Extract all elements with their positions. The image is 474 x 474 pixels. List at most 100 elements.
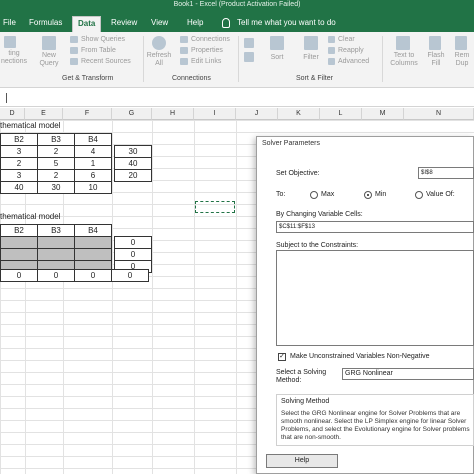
model-heading-1: thematical model xyxy=(0,121,61,130)
changing-cells-field[interactable]: $C$11:$F$13 xyxy=(276,221,474,233)
table-cell[interactable]: 0 xyxy=(74,269,112,282)
tab-data[interactable]: Data xyxy=(72,16,102,32)
column-header-j[interactable]: J xyxy=(236,108,278,120)
existing-connections-button[interactable]: ting nections xyxy=(0,50,28,66)
tab-help[interactable]: Help xyxy=(182,16,208,32)
model-table-2: B2 B3 B4 xyxy=(0,224,112,273)
changing-cells-label: By Changing Variable Cells: xyxy=(276,211,363,218)
constraints-label: Subject to the Constraints: xyxy=(276,242,359,249)
table-cell[interactable]: 30 xyxy=(114,145,152,158)
table-cell[interactable]: B4 xyxy=(74,133,112,146)
advanced-button[interactable]: Advanced xyxy=(338,58,369,66)
show-queries-button[interactable]: Show Queries xyxy=(81,36,125,44)
connections-button[interactable]: Connections xyxy=(191,36,230,44)
table-cell[interactable]: 2 xyxy=(37,169,75,182)
value-of-radio[interactable] xyxy=(415,191,423,199)
clear-button[interactable]: Clear xyxy=(338,36,355,44)
table-cell[interactable]: 0 xyxy=(37,269,75,282)
from-table-button[interactable]: From Table xyxy=(81,47,116,55)
table-cell[interactable]: 1 xyxy=(74,157,112,170)
text-to-columns-button[interactable]: Text to Columns xyxy=(386,52,422,68)
min-radio[interactable] xyxy=(364,191,372,199)
variable-cell[interactable] xyxy=(37,236,75,249)
lightbulb-icon xyxy=(222,18,230,28)
remove-duplicates-button[interactable]: Rem Dup xyxy=(450,52,474,68)
group-get-transform: Get & Transform xyxy=(62,75,114,82)
column-header-g[interactable]: G xyxy=(112,108,152,120)
model-table-1: B2 B3 B4 324 251 326 40 30 10 xyxy=(0,133,112,194)
solving-method-heading: Solving Method xyxy=(281,398,330,405)
sort-button[interactable]: Sort xyxy=(266,54,288,62)
column-header-h[interactable]: H xyxy=(152,108,194,120)
refresh-all-button[interactable]: Refresh All xyxy=(146,52,172,68)
max-label: Max xyxy=(321,191,335,198)
nonnegative-checkbox[interactable]: ✓ xyxy=(278,353,286,361)
new-query-button[interactable]: New Query xyxy=(34,52,64,68)
table-cell[interactable]: 0 xyxy=(114,236,152,249)
show-queries-icon xyxy=(70,36,78,43)
gridline xyxy=(112,120,113,474)
edit-links-button[interactable]: Edit Links xyxy=(191,58,221,66)
flash-fill-button[interactable]: Flash Fill xyxy=(424,52,448,68)
recent-sources-button[interactable]: Recent Sources xyxy=(81,58,131,66)
table-cell[interactable]: 3 xyxy=(0,169,38,182)
table-cell[interactable]: 3 xyxy=(0,145,38,158)
table-cell[interactable]: 10 xyxy=(74,181,112,194)
tab-file[interactable]: File xyxy=(0,16,21,32)
table-cell[interactable]: 6 xyxy=(74,169,112,182)
variable-cell[interactable] xyxy=(37,248,75,261)
solving-method-select[interactable]: GRG Nonlinear xyxy=(342,368,474,380)
help-button[interactable]: Help xyxy=(266,454,338,468)
set-objective-field[interactable]: $I$8 xyxy=(418,167,474,179)
column-header-d[interactable]: D xyxy=(0,108,25,120)
column-header-i[interactable]: I xyxy=(194,108,236,120)
table-cell[interactable]: 4 xyxy=(74,145,112,158)
set-objective-label: Set Objective: xyxy=(276,170,320,177)
tab-view[interactable]: View xyxy=(146,16,173,32)
max-radio[interactable] xyxy=(310,191,318,199)
tab-review[interactable]: Review xyxy=(106,16,142,32)
table-cell[interactable]: 5 xyxy=(37,157,75,170)
table-cell[interactable]: 30 xyxy=(37,181,75,194)
variable-cell[interactable] xyxy=(0,248,38,261)
column-header-n[interactable]: N xyxy=(404,108,474,120)
table-cell[interactable]: 20 xyxy=(114,169,152,182)
edit-links-icon xyxy=(180,58,188,65)
column-header-m[interactable]: M xyxy=(362,108,404,120)
table-cell[interactable]: B4 xyxy=(74,224,112,237)
table-cell[interactable]: 2 xyxy=(0,157,38,170)
table-cell[interactable]: B3 xyxy=(37,133,75,146)
properties-button[interactable]: Properties xyxy=(191,47,223,55)
group-separator xyxy=(143,36,144,82)
table-cell[interactable]: 2 xyxy=(37,145,75,158)
table-cell[interactable]: 0 xyxy=(0,269,38,282)
variable-cell[interactable] xyxy=(74,236,112,249)
table-cell[interactable]: B2 xyxy=(0,133,38,146)
column-header-f[interactable]: F xyxy=(63,108,112,120)
connections-icon xyxy=(4,36,16,48)
constraints-list[interactable] xyxy=(276,250,474,346)
properties-icon xyxy=(180,47,188,54)
text-caret xyxy=(6,93,7,103)
table-cell[interactable]: B3 xyxy=(37,224,75,237)
formula-bar[interactable] xyxy=(0,89,474,107)
variable-cell[interactable] xyxy=(74,248,112,261)
table-cell[interactable]: B2 xyxy=(0,224,38,237)
reapply-button[interactable]: Reapply xyxy=(338,47,364,55)
variable-cell[interactable] xyxy=(0,236,38,249)
gridline xyxy=(236,120,237,474)
group-connections: Connections xyxy=(172,75,211,82)
tell-me-box[interactable]: Tell me what you want to do xyxy=(232,16,341,32)
column-header-l[interactable]: L xyxy=(320,108,362,120)
table-cell[interactable]: 0 xyxy=(114,248,152,261)
tab-formulas[interactable]: Formulas xyxy=(24,16,67,32)
filter-button[interactable]: Filter xyxy=(298,54,324,62)
text-to-columns-icon xyxy=(396,36,410,50)
column-header-k[interactable]: K xyxy=(278,108,320,120)
copy-marquee xyxy=(195,201,235,213)
table-cell[interactable]: 40 xyxy=(114,157,152,170)
column-header-e[interactable]: E xyxy=(25,108,63,120)
table-cell[interactable]: 40 xyxy=(0,181,38,194)
gridline xyxy=(152,120,153,474)
table-cell[interactable]: 0 xyxy=(111,269,149,282)
